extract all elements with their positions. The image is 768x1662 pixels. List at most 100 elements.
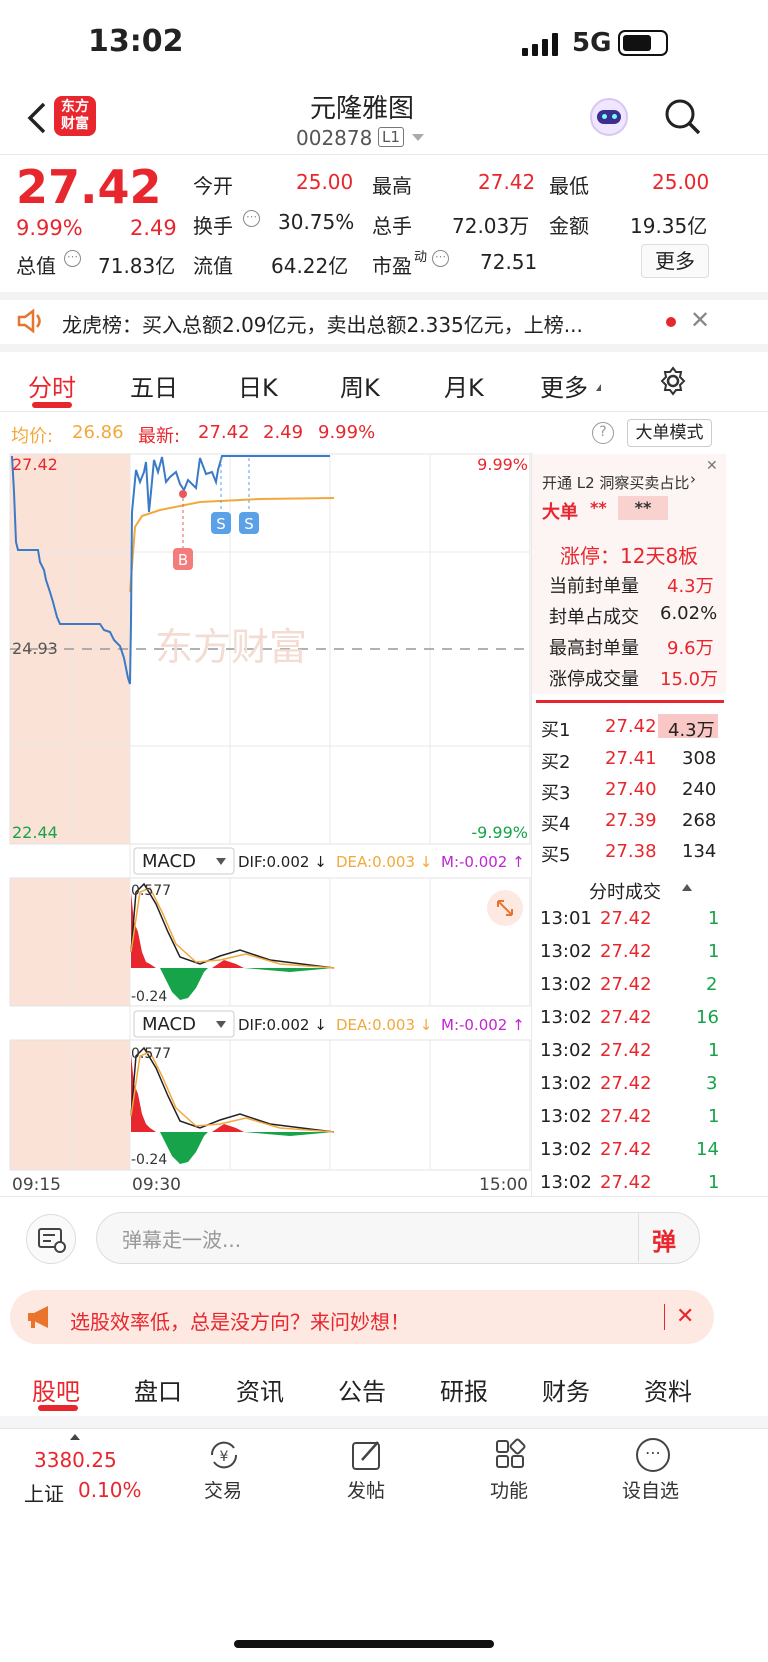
svg-text:S: S <box>216 515 226 533</box>
close-icon[interactable]: ✕ <box>706 458 718 474</box>
info-icon[interactable]: ⋯ <box>432 250 449 267</box>
comment-input[interactable]: 弹幕走一波... <box>122 1224 241 1253</box>
tick-price: 27.42 <box>600 974 652 995</box>
change-amount: 2.49 <box>130 216 177 240</box>
bid-price: 27.39 <box>605 810 657 831</box>
big-order-sell: ** <box>618 496 668 520</box>
intraday-chart[interactable]: 东方财富 B S S 27.42 9.99% 24.93 22.44 -9.99… <box>0 452 532 1197</box>
svg-text:-0.24: -0.24 <box>131 989 167 1005</box>
tab-news[interactable]: 资讯 <box>236 1372 284 1407</box>
svg-text:M:-0.002 ↑: M:-0.002 ↑ <box>441 853 525 871</box>
tick-price: 27.42 <box>600 1172 652 1193</box>
latest-label: 最新: <box>138 426 181 447</box>
danmu-send-button[interactable]: 弹 <box>652 1222 676 1257</box>
float-value: 64.22亿 <box>271 254 349 278</box>
big-order-label: 大单 <box>542 502 578 523</box>
tab-profile[interactable]: 资料 <box>644 1372 692 1407</box>
status-time: 13:02 <box>88 24 184 59</box>
amount-value: 19.35亿 <box>630 214 708 238</box>
tab-guba[interactable]: 股吧 <box>32 1372 80 1407</box>
bid-label: 买3 <box>541 783 571 804</box>
tab-daily-k[interactable]: 日K <box>238 368 278 403</box>
axis-mid-price: 24.93 <box>12 639 58 658</box>
home-indicator <box>234 1640 494 1648</box>
tab-research[interactable]: 研报 <box>440 1372 488 1407</box>
promo-text[interactable]: 选股效率低，总是没方向？来问妙想！ <box>70 1306 410 1335</box>
tab-pankou[interactable]: 盘口 <box>134 1372 182 1407</box>
low-value: 25.00 <box>652 170 710 194</box>
help-icon[interactable]: ? <box>592 422 614 444</box>
info-icon[interactable]: ⋯ <box>243 210 260 227</box>
big-order-buy: ** <box>590 498 607 517</box>
ticks-title[interactable]: 分时成交 <box>589 878 661 904</box>
grid-apps-icon[interactable] <box>494 1438 528 1472</box>
limit-row-label: 封单占成交 <box>549 607 639 628</box>
trade-icon[interactable]: ¥ <box>206 1438 242 1472</box>
tab-finance[interactable]: 财务 <box>542 1372 590 1407</box>
index-pct[interactable]: 0.10% <box>78 1478 142 1502</box>
tick-time: 13:02 <box>540 1106 592 1127</box>
tab-announcement[interactable]: 公告 <box>338 1372 386 1407</box>
tick-price: 27.42 <box>600 941 652 962</box>
notice-text[interactable]: 龙虎榜：买入总额2.09亿元，卖出总额2.335亿元，上榜... <box>62 309 642 338</box>
tick-time: 13:02 <box>540 1172 592 1193</box>
volume-label: 总手 <box>372 214 412 238</box>
buy-marker: B <box>173 490 193 570</box>
l2-promo-link[interactable]: 开通 L2 洞察买卖占比 <box>542 472 689 493</box>
index-name[interactable]: 上证 <box>24 1478 64 1507</box>
index-value[interactable]: 3380.25 <box>34 1448 117 1472</box>
more-dots-icon[interactable]: ⋯ <box>636 1438 670 1472</box>
stock-code: 002878 <box>296 126 373 150</box>
open-value: 25.00 <box>296 170 354 194</box>
amount-label: 金额 <box>549 214 589 238</box>
dock-add-watchlist[interactable]: 设自选 <box>622 1476 679 1503</box>
tick-volume: 1 <box>708 908 720 929</box>
caret-icon <box>596 384 601 391</box>
high-label: 最高 <box>372 174 412 198</box>
limit-row-value: 15.0万 <box>660 669 719 690</box>
speaker-icon <box>16 308 46 334</box>
tab-more[interactable]: 更多 <box>540 368 588 403</box>
bid-volume: 240 <box>682 779 717 800</box>
tick-volume: 1 <box>708 1172 720 1193</box>
close-icon[interactable]: ✕ <box>690 306 710 334</box>
dock-function[interactable]: 功能 <box>490 1476 528 1503</box>
level-badge[interactable]: L1 <box>378 127 404 147</box>
big-order-mode-button[interactable]: 大单模式 <box>627 419 712 447</box>
tick-volume: 14 <box>696 1139 719 1160</box>
search-icon[interactable] <box>664 98 702 136</box>
more-button[interactable]: 更多 <box>641 244 709 278</box>
tab-monthly-k[interactable]: 月K <box>444 368 484 403</box>
dock-trade[interactable]: 交易 <box>204 1476 242 1503</box>
svg-text:¥: ¥ <box>220 1449 229 1465</box>
info-icon[interactable]: ⋯ <box>64 250 81 267</box>
svg-text:M:-0.002 ↑: M:-0.002 ↑ <box>441 1016 525 1034</box>
close-icon[interactable]: ✕ <box>676 1304 694 1329</box>
volume-value: 72.03万 <box>452 214 530 238</box>
robot-assistant-icon[interactable] <box>590 98 628 136</box>
chevron-right-icon[interactable]: › <box>690 470 696 488</box>
svg-text:MACD: MACD <box>142 851 196 872</box>
dock-post[interactable]: 发帖 <box>347 1476 385 1503</box>
svg-text:MACD: MACD <box>142 1014 196 1035</box>
caret-up-icon[interactable] <box>682 884 692 891</box>
compose-icon[interactable] <box>350 1438 384 1472</box>
axis-bottom-pct: -9.99% <box>471 823 528 842</box>
limit-row-label: 最高封单量 <box>549 638 639 659</box>
time-open: 09:30 <box>132 1175 181 1195</box>
watermark-text: 东方财富 <box>155 627 307 669</box>
dropdown-icon[interactable] <box>412 134 424 141</box>
bid-volume: 268 <box>682 810 717 831</box>
tab-weekly-k[interactable]: 周K <box>340 368 380 403</box>
low-label: 最低 <box>549 174 589 198</box>
avg-value: 26.86 <box>72 422 124 443</box>
tick-volume: 2 <box>706 974 718 995</box>
tick-time: 13:01 <box>540 908 592 929</box>
danmu-settings-icon[interactable] <box>26 1214 76 1264</box>
settings-gear-icon[interactable] <box>658 366 688 396</box>
expand-icon[interactable] <box>487 890 523 926</box>
tab-5day[interactable]: 五日 <box>130 368 178 403</box>
svg-text:B: B <box>178 551 188 569</box>
tab-intraday[interactable]: 分时 <box>28 368 76 403</box>
svg-text:0.577: 0.577 <box>131 1046 171 1062</box>
